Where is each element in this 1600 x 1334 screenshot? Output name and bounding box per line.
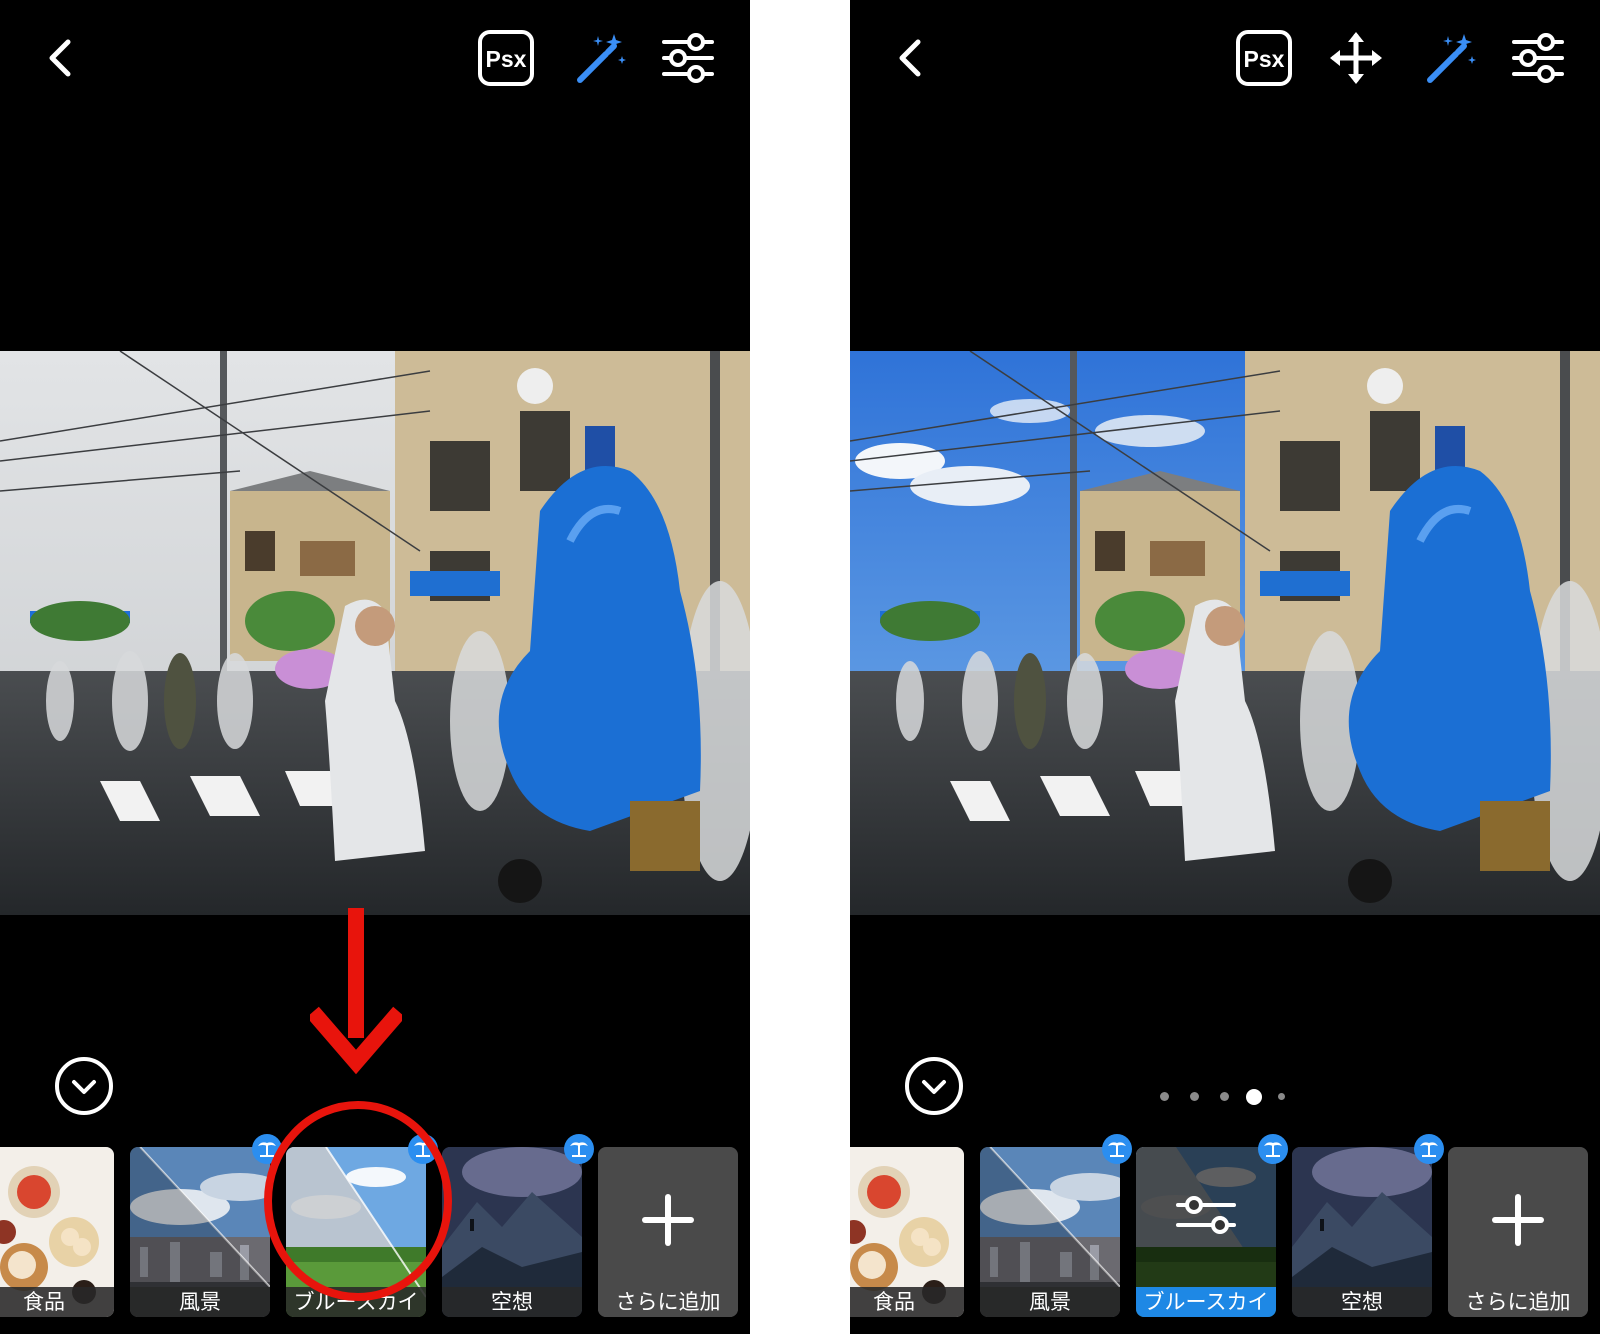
premium-badge (564, 1134, 594, 1164)
page-dot[interactable] (1160, 1092, 1169, 1101)
look-label: 食品 (850, 1287, 964, 1317)
look-thumb-fantasy[interactable]: 空想 (1292, 1147, 1432, 1317)
look-label: 風景 (130, 1287, 270, 1317)
look-label: 空想 (1292, 1287, 1432, 1317)
auto-fix-button[interactable] (1422, 30, 1478, 86)
chevron-left-icon (899, 39, 921, 77)
psx-icon: Psx (1236, 30, 1292, 86)
annotation-circle (264, 1101, 452, 1301)
move-button[interactable] (1328, 30, 1384, 86)
psx-label: Psx (1244, 46, 1285, 72)
collapse-button[interactable] (54, 1056, 114, 1116)
premium-badge (1258, 1134, 1288, 1164)
photo-preview[interactable] (0, 351, 750, 915)
street-festival-photo-blue-sky (850, 351, 1600, 915)
look-label: 空想 (442, 1287, 582, 1317)
look-label: 風景 (980, 1287, 1120, 1317)
chevron-down-icon (905, 1057, 963, 1115)
add-more-looks-button[interactable]: さらに追加 (1448, 1147, 1588, 1317)
page-indicator (1150, 1087, 1300, 1105)
photo-preview[interactable] (850, 351, 1600, 915)
magic-wand-icon (577, 34, 626, 83)
sliders-icon (1512, 33, 1564, 83)
palm-tree-icon (1420, 1142, 1438, 1157)
palm-tree-icon (570, 1142, 588, 1157)
look-thumb-fantasy[interactable]: 空想 (442, 1147, 582, 1317)
page-dot-active[interactable] (1246, 1089, 1262, 1105)
psx-icon: Psx (478, 30, 534, 86)
adjust-button[interactable] (1510, 30, 1566, 86)
annotation-arrow (310, 908, 402, 1075)
look-label: 食品 (0, 1287, 114, 1317)
palm-tree-icon (1108, 1142, 1126, 1157)
look-label-selected: ブルースカイ (1136, 1287, 1276, 1317)
page-dot[interactable] (1220, 1092, 1229, 1101)
psx-label: Psx (486, 46, 527, 72)
auto-fix-button[interactable] (572, 30, 628, 86)
palm-tree-icon (1264, 1142, 1282, 1157)
look-thumb-landscape[interactable]: 風景 (130, 1147, 270, 1317)
add-more-looks-button[interactable]: さらに追加 (598, 1147, 738, 1317)
look-thumb-food[interactable]: 食品 (850, 1147, 964, 1317)
left-screen: Psx 食品 風景 ブルースカイ 空想 さらに追加 (0, 0, 750, 1334)
right-screen: Psx 食品 風景 ブルースカイ 空想 さらに追加 (850, 0, 1600, 1334)
sliders-icon (662, 33, 714, 83)
page-dot[interactable] (1278, 1093, 1285, 1100)
move-arrows-icon (1330, 32, 1382, 84)
look-thumb-food[interactable]: 食品 (0, 1147, 114, 1317)
look-label: さらに追加 (598, 1287, 738, 1317)
back-button[interactable] (34, 30, 90, 86)
look-label: さらに追加 (1448, 1287, 1588, 1317)
look-thumb-landscape[interactable]: 風景 (980, 1147, 1120, 1317)
page-dot[interactable] (1190, 1092, 1199, 1101)
street-festival-photo (0, 351, 750, 915)
collapse-button[interactable] (904, 1056, 964, 1116)
back-button[interactable] (884, 30, 940, 86)
psx-button[interactable]: Psx (478, 30, 534, 86)
look-thumb-blue-sky-selected[interactable]: ブルースカイ (1136, 1147, 1276, 1317)
premium-badge (1414, 1134, 1444, 1164)
magic-wand-icon (1427, 34, 1476, 83)
adjust-button[interactable] (660, 30, 716, 86)
premium-badge (1102, 1134, 1132, 1164)
chevron-down-icon (55, 1057, 113, 1115)
psx-button[interactable]: Psx (1236, 30, 1292, 86)
chevron-left-icon (49, 39, 71, 77)
